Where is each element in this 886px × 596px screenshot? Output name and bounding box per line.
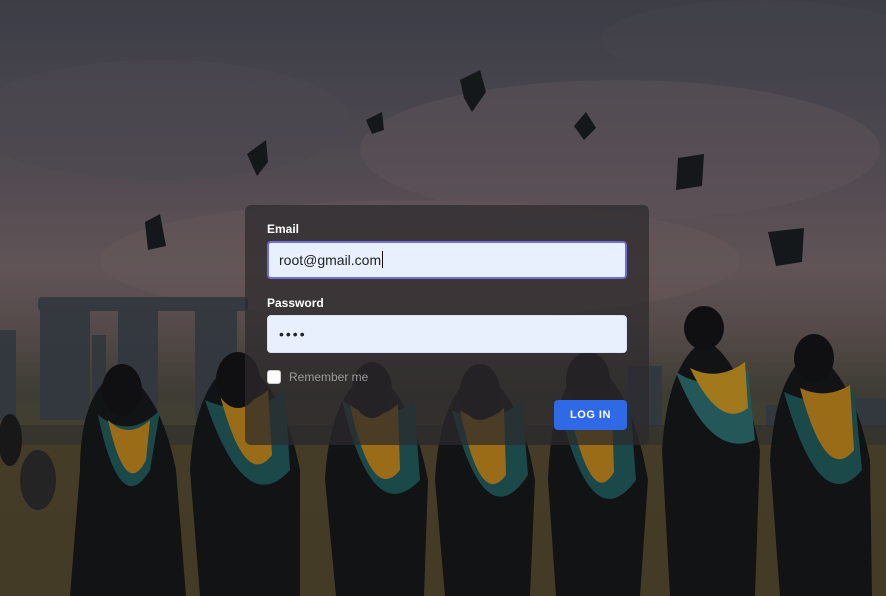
login-page: Email root@gmail.com Password •••• Remem… [0, 0, 886, 596]
email-value: root@gmail.com [279, 252, 382, 268]
email-label: Email [267, 222, 300, 236]
remember-me-row[interactable]: Remember me [267, 369, 368, 385]
remember-me-label[interactable]: Remember me [289, 370, 368, 384]
remember-me-checkbox[interactable] [267, 370, 281, 384]
email-input[interactable]: root@gmail.com [267, 241, 627, 279]
login-form: Email root@gmail.com Password •••• Remem… [245, 205, 649, 445]
password-label: Password [267, 296, 324, 310]
password-input[interactable]: •••• [267, 315, 627, 353]
password-value: •••• [279, 326, 307, 342]
text-caret [382, 251, 384, 268]
login-button[interactable]: LOG IN [554, 400, 627, 430]
